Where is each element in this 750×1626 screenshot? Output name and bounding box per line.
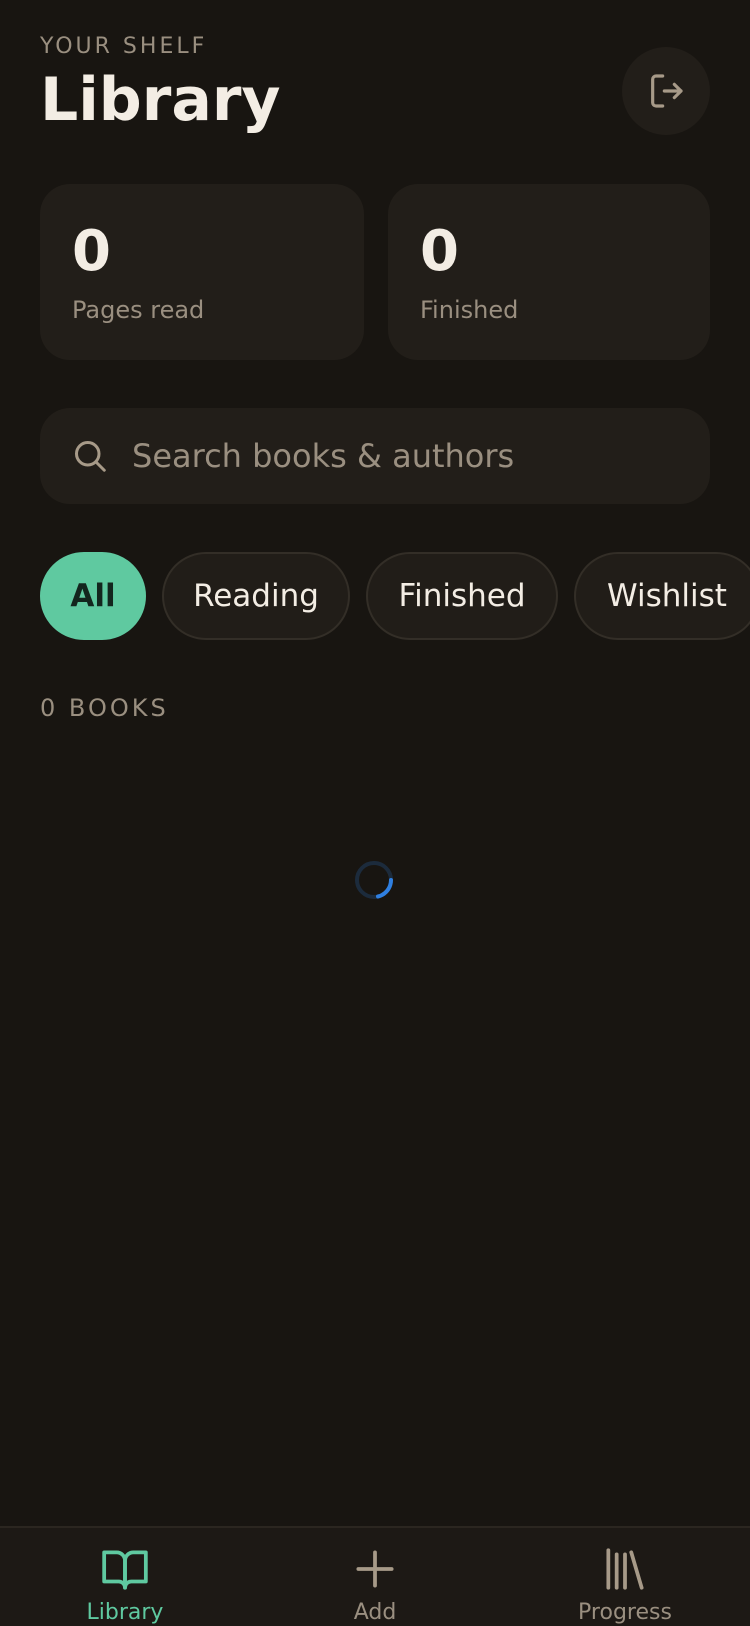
nav-label: Progress bbox=[578, 1600, 672, 1625]
page-eyebrow: YOUR SHELF bbox=[40, 34, 208, 59]
stats-row: 0 Pages read 0 Finished bbox=[40, 184, 710, 360]
book-count: 0 BOOKS bbox=[40, 694, 169, 722]
plus-icon bbox=[356, 1550, 394, 1588]
logout-button[interactable] bbox=[622, 47, 710, 135]
bottom-nav: Library Add Progress bbox=[0, 1526, 750, 1626]
stat-value: 0 bbox=[420, 219, 459, 284]
nav-label: Library bbox=[86, 1600, 164, 1625]
loading-spinner-icon bbox=[355, 861, 393, 899]
stat-label: Finished bbox=[420, 296, 519, 324]
search-bar[interactable] bbox=[40, 408, 710, 504]
open-book-icon bbox=[102, 1550, 148, 1590]
filter-chip-finished[interactable]: Finished bbox=[366, 552, 558, 640]
filter-chip-reading[interactable]: Reading bbox=[162, 552, 350, 640]
filter-chip-all[interactable]: All bbox=[40, 552, 146, 640]
filter-chip-label: Reading bbox=[193, 578, 319, 614]
header: YOUR SHELF Library bbox=[40, 34, 710, 144]
bookshelf-icon bbox=[606, 1548, 644, 1590]
stat-card-pages-read: 0 Pages read bbox=[40, 184, 364, 360]
search-input[interactable] bbox=[132, 408, 692, 504]
filter-chip-label: Wishlist bbox=[607, 578, 727, 614]
nav-item-library[interactable]: Library bbox=[0, 1528, 250, 1626]
search-icon bbox=[75, 441, 106, 472]
logout-icon bbox=[651, 74, 683, 108]
stat-label: Pages read bbox=[72, 296, 205, 324]
stat-card-finished: 0 Finished bbox=[388, 184, 710, 360]
filter-chips: All Reading Finished Wishlist bbox=[40, 552, 750, 644]
filter-chip-label: All bbox=[70, 578, 116, 614]
stat-value: 0 bbox=[72, 219, 111, 284]
page-title: Library bbox=[40, 65, 281, 135]
nav-label: Add bbox=[353, 1600, 397, 1625]
filter-chip-label: Finished bbox=[398, 578, 526, 614]
filter-chip-wishlist[interactable]: Wishlist bbox=[574, 552, 750, 640]
nav-item-progress[interactable]: Progress bbox=[500, 1528, 750, 1626]
nav-item-add[interactable]: Add bbox=[250, 1528, 500, 1626]
